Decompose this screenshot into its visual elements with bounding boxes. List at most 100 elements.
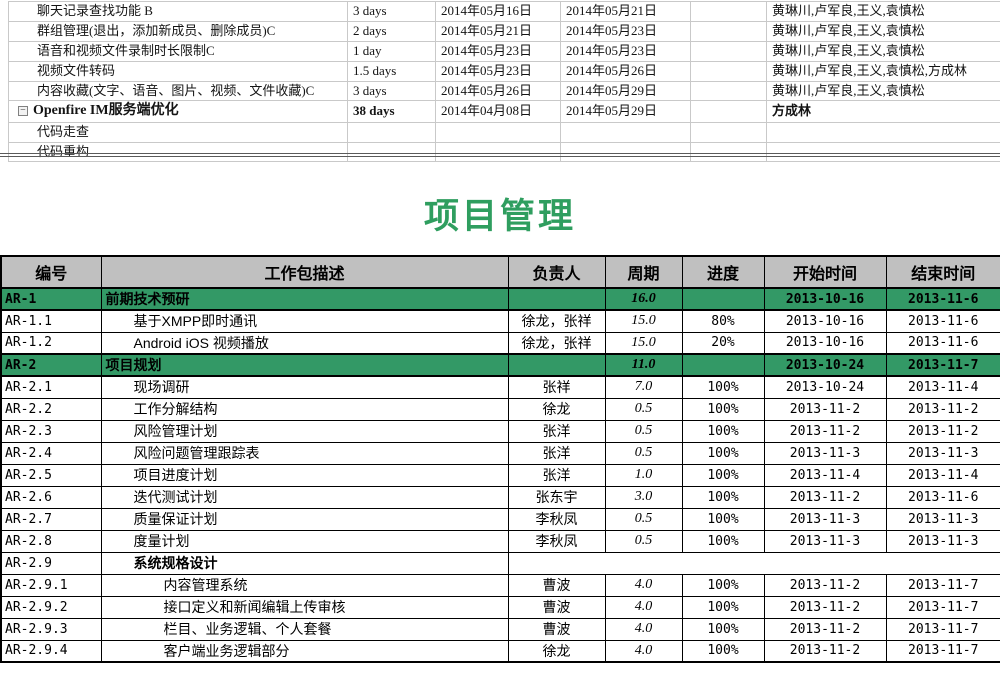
progress-cell: 100% [682,530,764,552]
wbs-id-cell: AR-2.5 [1,464,101,486]
start-date-cell: 2013-11-2 [764,398,886,420]
resources-cell: 黄琳川,卢军良,王义,袁慎松 [767,41,1000,61]
start-date-cell: 2013-11-2 [764,420,886,442]
progress-cell: 100% [682,442,764,464]
gantt-row: 聊天记录查找功能 B 3 days 2014年05月16日 2014年05月21… [9,2,1000,22]
owner-cell [508,354,605,376]
start-date-cell: 2013-10-24 [764,354,886,376]
period-cell: 7.0 [605,376,682,398]
wbs-id-cell: AR-1.1 [1,310,101,332]
owner-cell: 张洋 [508,464,605,486]
period-cell: 0.5 [605,420,682,442]
column-header-owner: 负责人 [508,256,605,288]
owner-cell: 李秋凤 [508,508,605,530]
duration-cell: 2 days [348,21,436,41]
period-cell: 11.0 [605,354,682,376]
wbs-id-cell: AR-1.2 [1,332,101,354]
end-date-cell: 2013-11-3 [886,530,1000,552]
period-cell: 0.5 [605,530,682,552]
progress-cell: 20% [682,332,764,354]
plan-group-row: AR-1 前期技术预研 16.0 2013-10-16 2013-11-6 [1,288,1000,310]
start-date-cell: 2013-11-3 [764,530,886,552]
work-package-cell: 风险管理计划 [101,420,508,442]
plan-row: AR-2.1 现场调研 张祥 7.0 100% 2013-10-24 2013-… [1,376,1000,398]
start-date-cell: 2014年05月23日 [436,41,561,61]
wbs-id-cell: AR-2.1 [1,376,101,398]
plan-row: AR-2.9.3 栏目、业务逻辑、个人套餐 曹波 4.0 100% 2013-1… [1,618,1000,640]
owner-cell: 张洋 [508,442,605,464]
end-date-cell: 2013-11-6 [886,288,1000,310]
wbs-id-cell: AR-2.6 [1,486,101,508]
plan-row: AR-1.1 基于XMPP即时通讯 徐龙，张祥 15.0 80% 2013-10… [1,310,1000,332]
column-header-progress: 进度 [682,256,764,288]
end-date-cell: 2014年05月26日 [561,61,691,81]
task-name-cell: 群组管理(退出，添加新成员、删除成员)C [9,21,348,41]
resources-cell: 黄琳川,卢军良,王义,袁慎松 [767,2,1000,22]
collapse-minus-icon[interactable]: − [18,106,28,116]
plan-row: AR-2.2 工作分解结构 徐龙 0.5 100% 2013-11-2 2013… [1,398,1000,420]
start-date-cell: 2013-10-24 [764,376,886,398]
start-date-cell: 2013-11-2 [764,486,886,508]
wbs-id-cell: AR-2.9.2 [1,596,101,618]
period-cell: 4.0 [605,596,682,618]
plan-row: AR-2.3 风险管理计划 张洋 0.5 100% 2013-11-2 2013… [1,420,1000,442]
period-cell: 0.5 [605,442,682,464]
gantt-row: 群组管理(退出，添加新成员、删除成员)C 2 days 2014年05月21日 … [9,21,1000,41]
work-package-cell: 迭代测试计划 [101,486,508,508]
resources-cell: 黄琳川,卢军良,王义,袁慎松 [767,21,1000,41]
wbs-id-cell: AR-2.2 [1,398,101,420]
progress-cell: 100% [682,596,764,618]
start-date-cell: 2014年05月23日 [436,61,561,81]
duration-cell [348,142,436,162]
start-date-cell: 2014年05月26日 [436,81,561,101]
plan-row: AR-2.5 项目进度计划 张洋 1.0 100% 2013-11-4 2013… [1,464,1000,486]
gantt-task-table: 聊天记录查找功能 B 3 days 2014年05月16日 2014年05月21… [8,1,1000,162]
end-date-cell: 2014年05月29日 [561,81,691,101]
end-date-cell: 2013-11-4 [886,376,1000,398]
period-cell: 3.0 [605,486,682,508]
plan-row: AR-2.9.1 内容管理系统 曹波 4.0 100% 2013-11-2 20… [1,574,1000,596]
wbs-id-cell: AR-2.9.1 [1,574,101,596]
work-package-cell: 项目进度计划 [101,464,508,486]
task-name-cell: 语音和视频文件录制时长限制C [9,41,348,61]
period-cell: 4.0 [605,640,682,662]
end-date-cell: 2013-11-3 [886,508,1000,530]
end-date-cell [561,122,691,142]
end-date-cell: 2013-11-3 [886,442,1000,464]
work-package-cell: 工作分解结构 [101,398,508,420]
empty-cell [691,101,767,122]
progress-cell: 100% [682,398,764,420]
wbs-id-cell: AR-2.4 [1,442,101,464]
owner-cell: 曹波 [508,596,605,618]
progress-cell: 100% [682,508,764,530]
resources-cell: 方成林 [767,101,1000,122]
task-name-cell: −Openfire IM服务端优化 [9,101,348,122]
work-package-cell: 内容管理系统 [101,574,508,596]
work-package-cell: 栏目、业务逻辑、个人套餐 [101,618,508,640]
wbs-id-cell: AR-2.7 [1,508,101,530]
start-date-cell: 2013-11-2 [764,596,886,618]
progress-cell: 100% [682,574,764,596]
duration-cell: 1.5 days [348,61,436,81]
column-header-start: 开始时间 [764,256,886,288]
progress-cell: 100% [682,486,764,508]
end-date-cell: 2013-11-7 [886,640,1000,662]
end-date-cell: 2013-11-7 [886,596,1000,618]
wbs-id-cell: AR-2.8 [1,530,101,552]
period-cell: 0.5 [605,398,682,420]
end-date-cell: 2013-11-7 [886,354,1000,376]
resources-cell: 黄琳川,卢军良,王义,袁慎松,方成林 [767,61,1000,81]
period-cell: 1.0 [605,464,682,486]
end-date-cell: 2013-11-7 [886,574,1000,596]
owner-cell [508,288,605,310]
duration-cell: 1 day [348,41,436,61]
start-date-cell: 2013-11-3 [764,508,886,530]
plan-row: AR-2.9.4 客户端业务逻辑部分 徐龙 4.0 100% 2013-11-2… [1,640,1000,662]
empty-cell [691,81,767,101]
duration-cell: 3 days [348,2,436,22]
page-title: 项目管理 [0,188,1000,239]
gantt-row: 语音和视频文件录制时长限制C 1 day 2014年05月23日 2014年05… [9,41,1000,61]
start-date-cell: 2014年04月08日 [436,101,561,122]
duration-cell [348,122,436,142]
wbs-id-cell: AR-2.9.3 [1,618,101,640]
